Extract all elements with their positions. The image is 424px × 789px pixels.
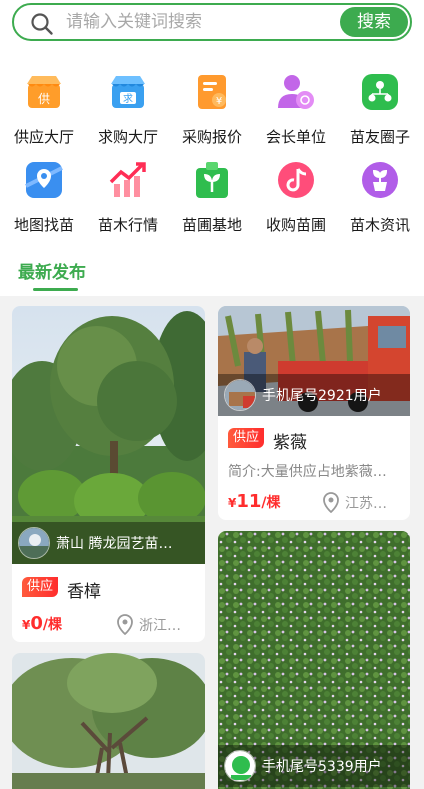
svg-text:¥: ¥ bbox=[216, 96, 222, 107]
user-name: 手机尾号2921用户 bbox=[262, 388, 382, 404]
category-supply-hall[interactable]: 供 供应大厅 bbox=[2, 72, 86, 152]
category-label: 求购大厅 bbox=[97, 128, 158, 146]
map-icon bbox=[25, 162, 63, 198]
category-quote[interactable]: ¥ 采购报价 bbox=[170, 72, 254, 152]
user-bar: 手机尾号2921用户 bbox=[218, 374, 410, 416]
category-friends-circle[interactable]: 苗友圈子 bbox=[338, 72, 422, 152]
location-pin-icon bbox=[323, 492, 339, 513]
category-label: 会长单位 bbox=[265, 128, 326, 146]
category-label: 苗木资讯 bbox=[349, 216, 410, 234]
listing-card[interactable]: 萧山 腾龙园艺苗… 供应 香樟 ¥0/棵 浙江… bbox=[12, 306, 205, 642]
category-label: 地图找苗 bbox=[13, 216, 74, 234]
acquire-nursery-icon bbox=[278, 162, 314, 198]
avatar bbox=[224, 379, 256, 411]
supply-tag: 供应 bbox=[228, 428, 265, 448]
search-icon bbox=[31, 13, 53, 35]
nursery-base-icon bbox=[196, 162, 228, 198]
search-button[interactable]: 搜索 bbox=[340, 7, 408, 37]
category-label: 收购苗圃 bbox=[265, 216, 326, 234]
category-nursery-base[interactable]: 苗圃基地 bbox=[170, 160, 254, 240]
user-name: 手机尾号5339用户 bbox=[262, 759, 382, 775]
search-input[interactable] bbox=[66, 10, 336, 34]
category-label: 苗圃基地 bbox=[181, 216, 242, 234]
svg-text:求: 求 bbox=[123, 93, 133, 105]
market-trend-icon bbox=[109, 162, 146, 197]
listing-price: ¥0/棵 bbox=[22, 613, 63, 634]
listing-title: 紫薇 bbox=[273, 433, 307, 453]
purchase-hall-icon: 求 bbox=[111, 76, 145, 108]
quote-icon: ¥ bbox=[198, 75, 226, 109]
user-name: 萧山 腾龙园艺苗… bbox=[56, 536, 173, 552]
avatar bbox=[18, 527, 50, 559]
user-bar: 萧山 腾龙园艺苗… bbox=[12, 522, 205, 564]
listing-description: 简介:大量供应占地紫薇… bbox=[228, 464, 387, 480]
category-label: 苗友圈子 bbox=[349, 128, 410, 146]
category-acquire-nursery[interactable]: 收购苗圃 bbox=[254, 160, 338, 240]
category-map[interactable]: 地图找苗 bbox=[2, 160, 86, 240]
listing-photo bbox=[12, 653, 205, 789]
tab-indicator bbox=[33, 288, 78, 291]
president-unit-icon bbox=[278, 75, 314, 109]
category-president-unit[interactable]: 会长单位 bbox=[254, 72, 338, 152]
listing-location: 江苏… bbox=[321, 491, 406, 513]
listing-card[interactable]: 手机尾号2921用户 供应 紫薇 简介:大量供应占地紫薇… ¥11/棵 江苏… bbox=[218, 306, 410, 520]
supply-hall-icon: 供 bbox=[27, 76, 61, 108]
category-label: 苗木行情 bbox=[97, 216, 158, 234]
listing-card[interactable]: 手机尾号5339用户 bbox=[218, 531, 410, 789]
search-bar: 搜索 bbox=[12, 3, 412, 41]
location-pin-icon bbox=[117, 614, 133, 635]
svg-text:供: 供 bbox=[38, 92, 50, 106]
listing-card[interactable] bbox=[12, 653, 205, 789]
listing-location: 浙江… bbox=[115, 613, 200, 635]
supply-tag: 供应 bbox=[22, 577, 59, 597]
avatar bbox=[224, 750, 256, 782]
friends-circle-icon bbox=[362, 74, 398, 110]
category-label: 供应大厅 bbox=[13, 128, 74, 146]
category-purchase-hall[interactable]: 求 求购大厅 bbox=[86, 72, 170, 152]
category-label: 采购报价 bbox=[181, 128, 242, 146]
category-market-trend[interactable]: 苗木行情 bbox=[86, 160, 170, 240]
category-news[interactable]: 苗木资讯 bbox=[338, 160, 422, 240]
tab-latest[interactable]: 最新发布 bbox=[18, 258, 86, 283]
user-bar: 手机尾号5339用户 bbox=[218, 745, 410, 787]
news-icon bbox=[362, 162, 398, 198]
listing-title: 香樟 bbox=[67, 582, 101, 602]
listing-price: ¥11/棵 bbox=[228, 491, 281, 512]
